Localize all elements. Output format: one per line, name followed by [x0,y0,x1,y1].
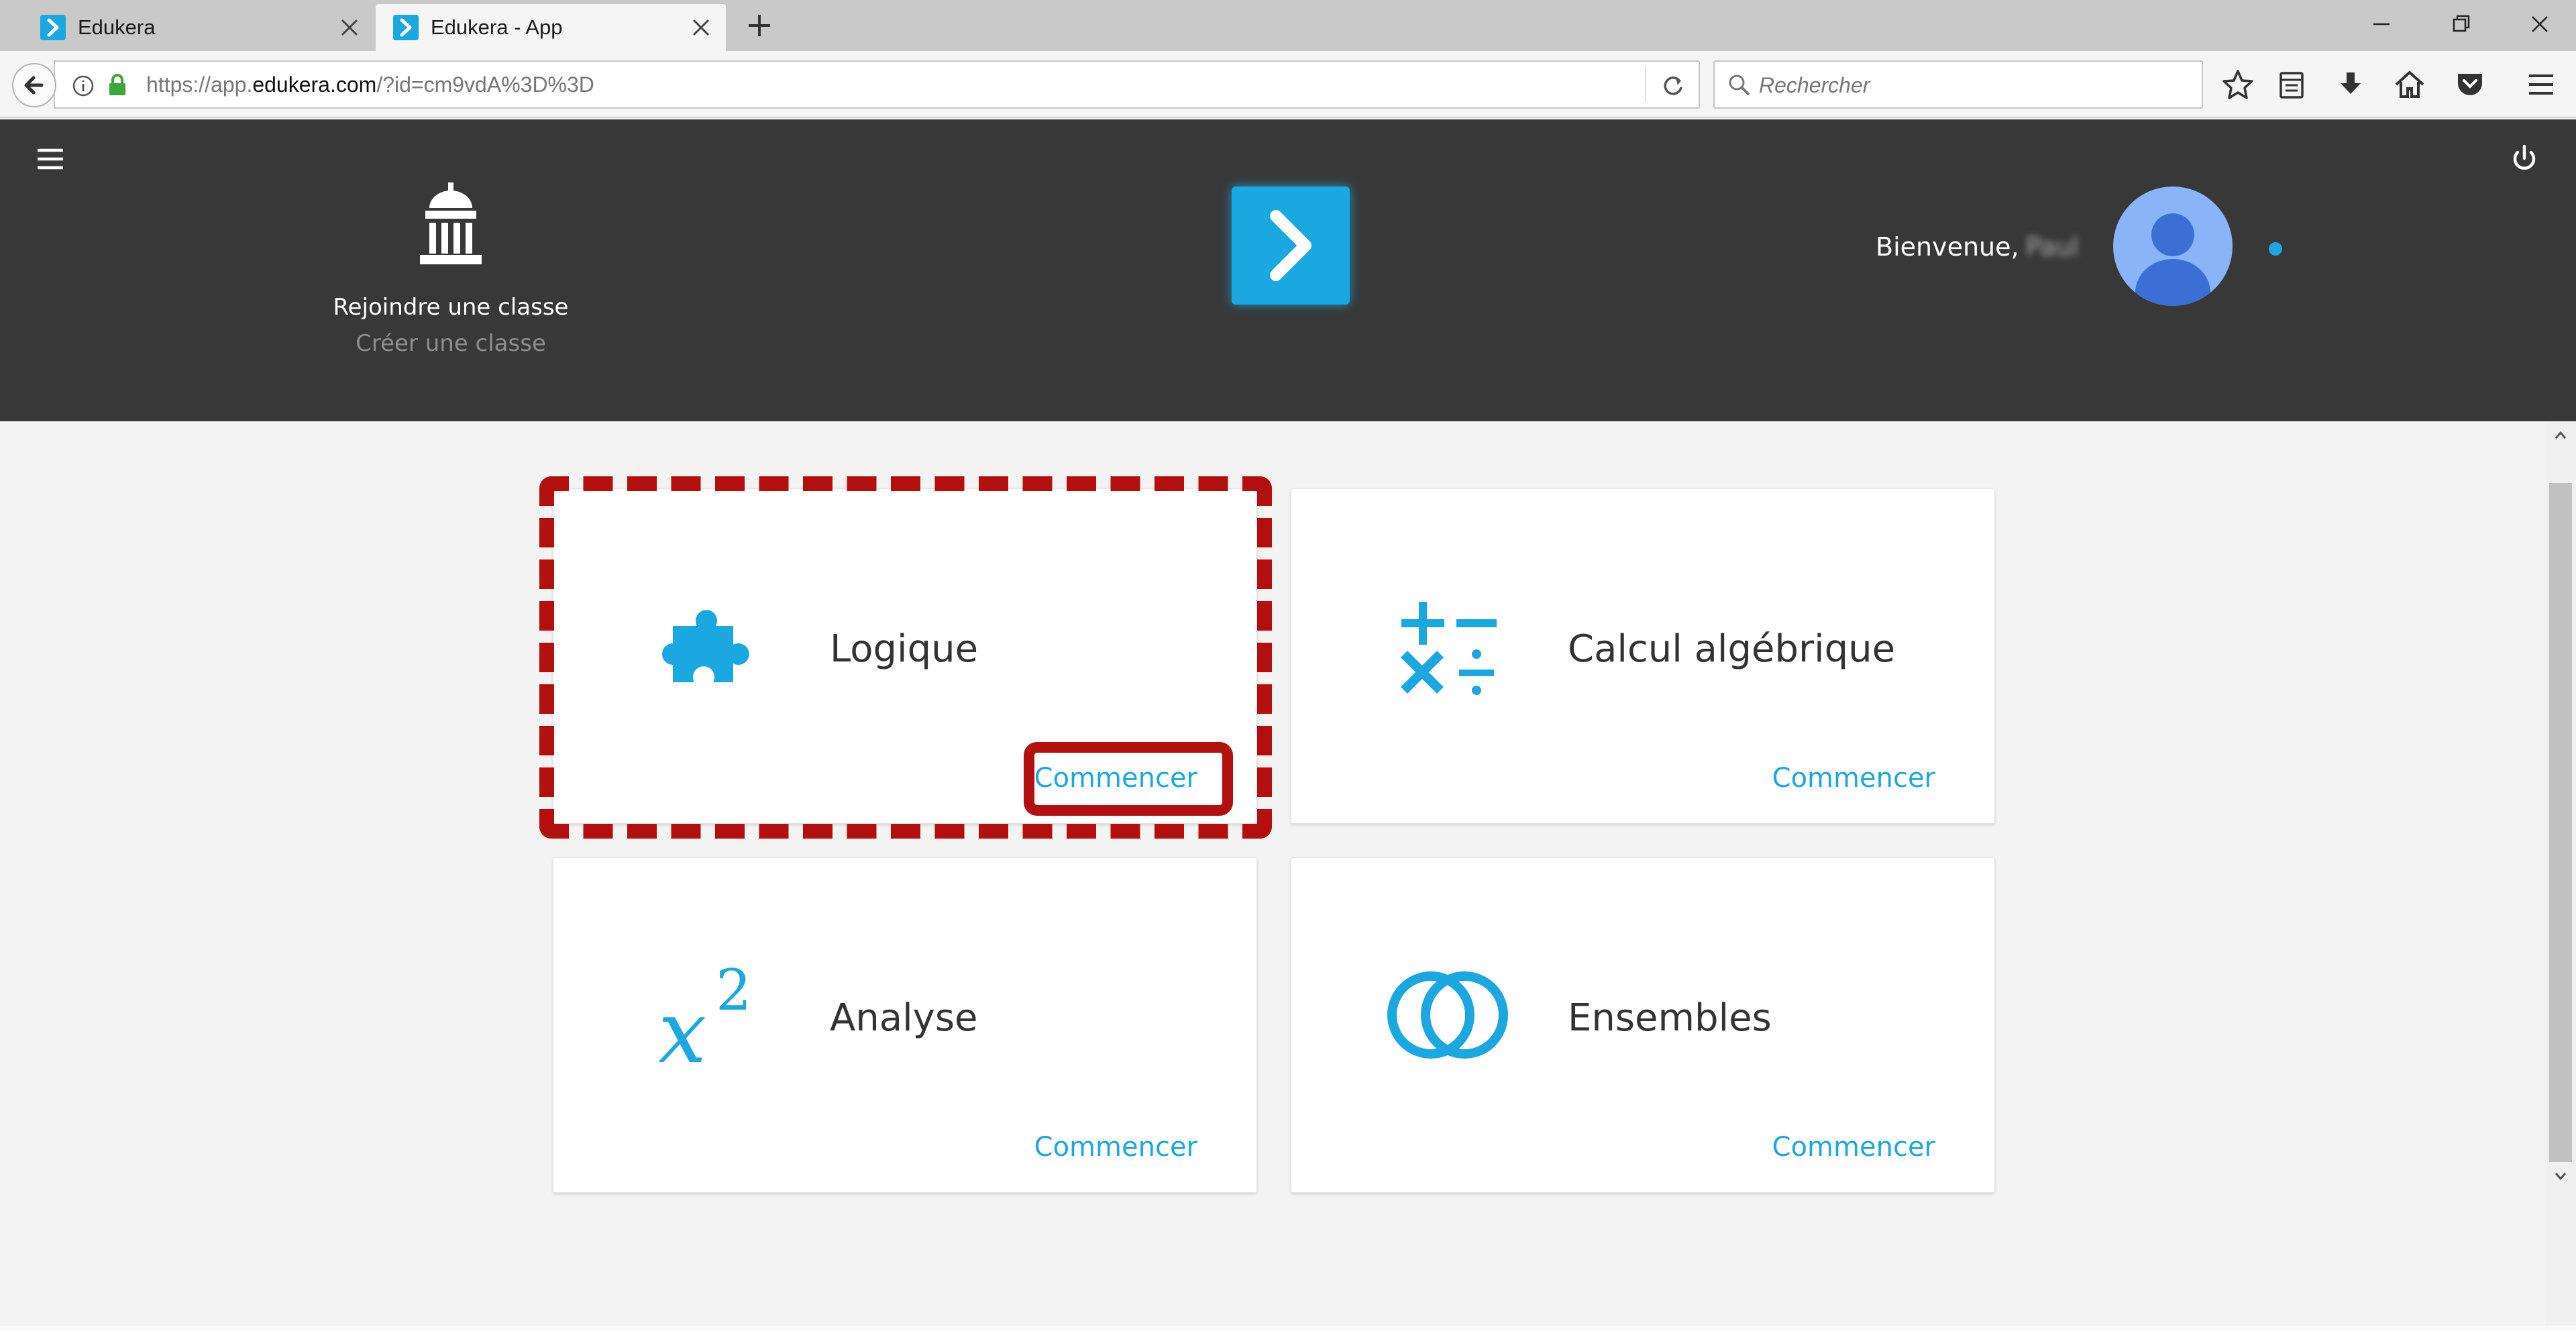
person-silhouette-icon [2135,213,2210,306]
puzzle-icon [662,610,749,682]
subject-title: Ensembles [1568,996,1772,1040]
user-name: Paul [2025,232,2079,262]
address-bar[interactable]: https://app.edukera.com/?id=cm9vdA%3D%3D [54,60,1700,109]
url-prefix: https://app. [146,72,253,97]
edukera-favicon-icon [40,15,66,40]
start-button[interactable]: Commencer [1034,763,1197,794]
arrow-left-icon [24,76,44,95]
welcome-message: Bienvenue, Paul [1876,232,2079,262]
subject-title: Logique [830,627,979,671]
chevron-right-logo-icon [1270,210,1311,281]
institution-building-icon[interactable] [404,180,498,274]
subject-card-calcul-algebrique[interactable]: Calcul algébrique Commencer [1291,488,1995,824]
browser-menu-icon[interactable] [2524,67,2559,102]
bookmark-star-icon[interactable] [2220,67,2255,102]
start-button[interactable]: Commencer [1772,1132,1935,1163]
url-domain: edukera.com [252,72,377,97]
subject-card-logique[interactable]: Logique Commencer [553,488,1257,824]
secure-lock-icon [109,74,125,95]
tab-title: Edukera - App [431,15,563,39]
subject-card-analyse[interactable]: x 2 Analyse Commencer [553,857,1257,1193]
arithmetic-operators-icon [1401,602,1497,695]
close-tab-icon[interactable] [335,13,364,42]
page-scrollbar[interactable] [2545,421,2576,1331]
tab-edukera[interactable]: Edukera [7,4,374,51]
search-icon [1729,74,1750,96]
close-window-icon[interactable] [2521,8,2559,40]
browser-navigation-bar: https://app.edukera.com/?id=cm9vdA%3D%3D… [0,51,2576,118]
url-text[interactable]: https://app.edukera.com/?id=cm9vdA%3D%3D [146,72,594,97]
subject-title: Analyse [830,996,978,1040]
edukera-logo[interactable] [1232,187,1350,305]
search-input[interactable]: Rechercher [1713,60,2203,109]
downloads-icon[interactable] [2333,67,2368,102]
welcome-text: Bienvenue, [1876,232,2019,262]
pocket-icon[interactable] [2453,67,2487,102]
user-avatar[interactable] [2113,187,2233,306]
url-suffix: /?id=cm9vdA%3D%3D [376,72,594,97]
start-button[interactable]: Commencer [1034,1132,1197,1163]
reload-icon[interactable] [1660,72,1686,99]
reading-list-icon[interactable] [2274,67,2309,102]
sets-rings-icon [1387,971,1508,1059]
close-tab-icon[interactable] [687,13,715,42]
url-divider [1645,67,1646,102]
restore-window-icon[interactable] [2442,8,2479,40]
join-class-link[interactable]: Rejoindre une classe [315,294,586,321]
start-button[interactable]: Commencer [1772,763,1935,794]
scroll-up-icon[interactable] [2552,427,2569,444]
power-logout-icon[interactable] [2508,142,2541,176]
tab-title: Edukera [78,15,156,39]
subject-card-ensembles[interactable]: Ensembles Commencer [1291,857,1995,1193]
browser-tab-strip: Edukera Edukera - App [0,0,2576,51]
x-squared-icon: x 2 [658,957,751,1070]
app-header: Rejoindre une classe Créer une classe Bi… [0,119,2576,421]
minimize-window-icon[interactable] [2363,8,2400,40]
search-placeholder: Rechercher [1759,73,1870,97]
info-icon[interactable] [71,74,95,98]
svg-text:2: 2 [716,957,751,1023]
subject-title: Calcul algébrique [1568,627,1896,671]
home-icon[interactable] [2392,67,2427,102]
back-button[interactable] [12,63,56,107]
svg-text:x: x [658,983,706,1070]
online-status-dot [2269,242,2282,256]
hamburger-menu-icon[interactable] [34,142,67,176]
scrollbar-thumb[interactable] [2549,483,2572,1162]
create-class-link[interactable]: Créer une classe [315,330,586,357]
scroll-down-icon[interactable] [2552,1167,2569,1185]
new-tab-plus-icon[interactable] [743,9,775,42]
bottom-strip [0,1326,2576,1331]
tab-edukera-app[interactable]: Edukera - App [376,4,726,51]
class-block: Rejoindre une classe Créer une classe [315,180,586,357]
edukera-favicon-icon [393,15,419,40]
